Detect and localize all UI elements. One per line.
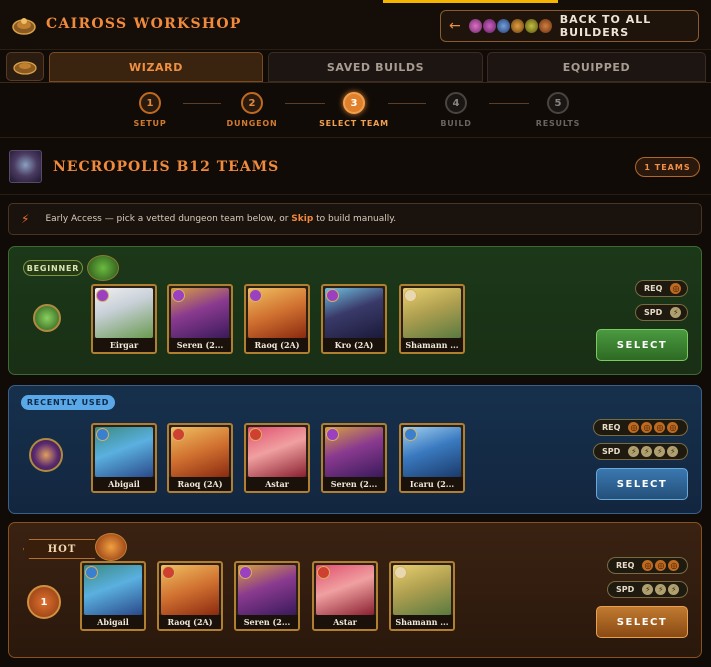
monster-portrait[interactable]: Kro (2A) — [321, 284, 387, 354]
dungeon-icon — [9, 150, 42, 183]
spd-pill: SPD ⚡ ⚡ ⚡ ⚡ — [593, 443, 688, 460]
builder-gems-icon — [468, 19, 552, 33]
req-icon: ◎ — [670, 283, 682, 294]
logo-icon — [12, 18, 36, 35]
step-build: 4 BUILD — [411, 92, 501, 128]
monster-portrait[interactable]: Astar — [312, 561, 378, 631]
req-icon: ◎ — [642, 560, 654, 571]
top-accent-bar — [383, 0, 558, 3]
teams-count-badge: 1 TEAMS — [635, 157, 700, 177]
early-access-notice: ⚡ Early Access — pick a vetted dungeon t… — [8, 203, 702, 235]
monster-portrait[interactable]: Raoq (2A) — [167, 423, 233, 493]
select-team-button[interactable]: SELECT — [596, 606, 688, 638]
step-results: 5 RESULTS — [513, 92, 603, 128]
notice-text: Early Access — pick a vetted dungeon tea… — [45, 214, 397, 224]
hourglass-icon — [29, 438, 63, 472]
select-team-button[interactable]: SELECT — [596, 329, 688, 361]
tab-saved-builds[interactable]: SAVED BUILDS — [268, 52, 483, 82]
step-dungeon[interactable]: 2 DUNGEON — [207, 92, 297, 128]
monster-portrait[interactable]: Seren (2... — [321, 423, 387, 493]
fire-icon — [95, 533, 127, 561]
speed-icon: ⚡ — [642, 584, 654, 595]
lightning-icon: ⚡ — [21, 212, 30, 226]
top-bar: CAIROSS WORKSHOP ← BACK TO ALL BUILDERS — [0, 0, 711, 50]
dungeon-title: NECROPOLIS B12 TEAMS — [53, 159, 280, 175]
beginner-badge: BEGINNER — [23, 260, 83, 276]
recently-used-badge: RECENTLY USED — [21, 395, 115, 410]
hot-badge: HOT — [23, 539, 101, 559]
monster-portrait[interactable]: Shamann ... — [399, 284, 465, 354]
tab-home-icon[interactable] — [6, 52, 44, 81]
monster-portrait[interactable]: Seren (2... — [234, 561, 300, 631]
spd-pill: SPD ⚡ — [635, 304, 688, 321]
back-button-label: BACK TO ALL BUILDERS — [559, 13, 652, 39]
wizard-stepper: 1 SETUP 2 DUNGEON 3 SELECT TEAM 4 BUILD 5 RES… — [0, 82, 711, 138]
header-divider — [0, 194, 711, 195]
step-setup[interactable]: 1 SETUP — [105, 92, 195, 128]
step-select-team[interactable]: 3 SELECT TEAM — [309, 92, 399, 128]
speed-icon: ⚡ — [628, 446, 640, 457]
arrow-left-icon: ← — [449, 18, 461, 34]
req-pill: REQ ◎ — [635, 280, 688, 297]
monster-portrait[interactable]: Eirgar — [91, 284, 157, 354]
team-card-recently-used: RECENTLY USED Abigail Raoq (2A) Astar Se… — [8, 385, 702, 514]
app-title: CAIROSS WORKSHOP — [46, 16, 242, 32]
monster-portrait[interactable]: Astar — [244, 423, 310, 493]
team-card-hot: HOT 1 Abigail Raoq (2A) Seren (2... Asta… — [8, 522, 702, 658]
monster-portrait[interactable]: Raoq (2A) — [244, 284, 310, 354]
monster-portrait[interactable]: Icaru (2... — [399, 423, 465, 493]
monster-portrait[interactable]: Shamann ... — [389, 561, 455, 631]
leaf-icon — [87, 255, 119, 281]
skip-link[interactable]: Skip — [291, 214, 313, 224]
spd-pill: SPD ⚡ ⚡ ⚡ — [607, 581, 688, 598]
tab-wizard[interactable]: WIZARD — [49, 52, 263, 82]
req-pill: REQ ◎ ◎ ◎ ◎ — [593, 419, 688, 436]
req-icon: ◎ — [628, 422, 640, 433]
wind-element-icon — [33, 304, 61, 332]
monster-portrait[interactable]: Abigail — [91, 423, 157, 493]
back-to-builders-button[interactable]: ← BACK TO ALL BUILDERS — [440, 10, 699, 42]
rank-emblem: 1 — [27, 585, 61, 619]
req-pill: REQ ◎ ◎ ◎ — [607, 557, 688, 574]
speed-icon: ⚡ — [670, 307, 682, 318]
monster-portrait[interactable]: Abigail — [80, 561, 146, 631]
team-card-beginner: BEGINNER Eirgar Seren (2... Raoq (2A) Kr… — [8, 246, 702, 375]
select-team-button[interactable]: SELECT — [596, 468, 688, 500]
monster-portrait[interactable]: Raoq (2A) — [157, 561, 223, 631]
monster-portrait[interactable]: Seren (2... — [167, 284, 233, 354]
tab-equipped[interactable]: EQUIPPED — [487, 52, 706, 82]
